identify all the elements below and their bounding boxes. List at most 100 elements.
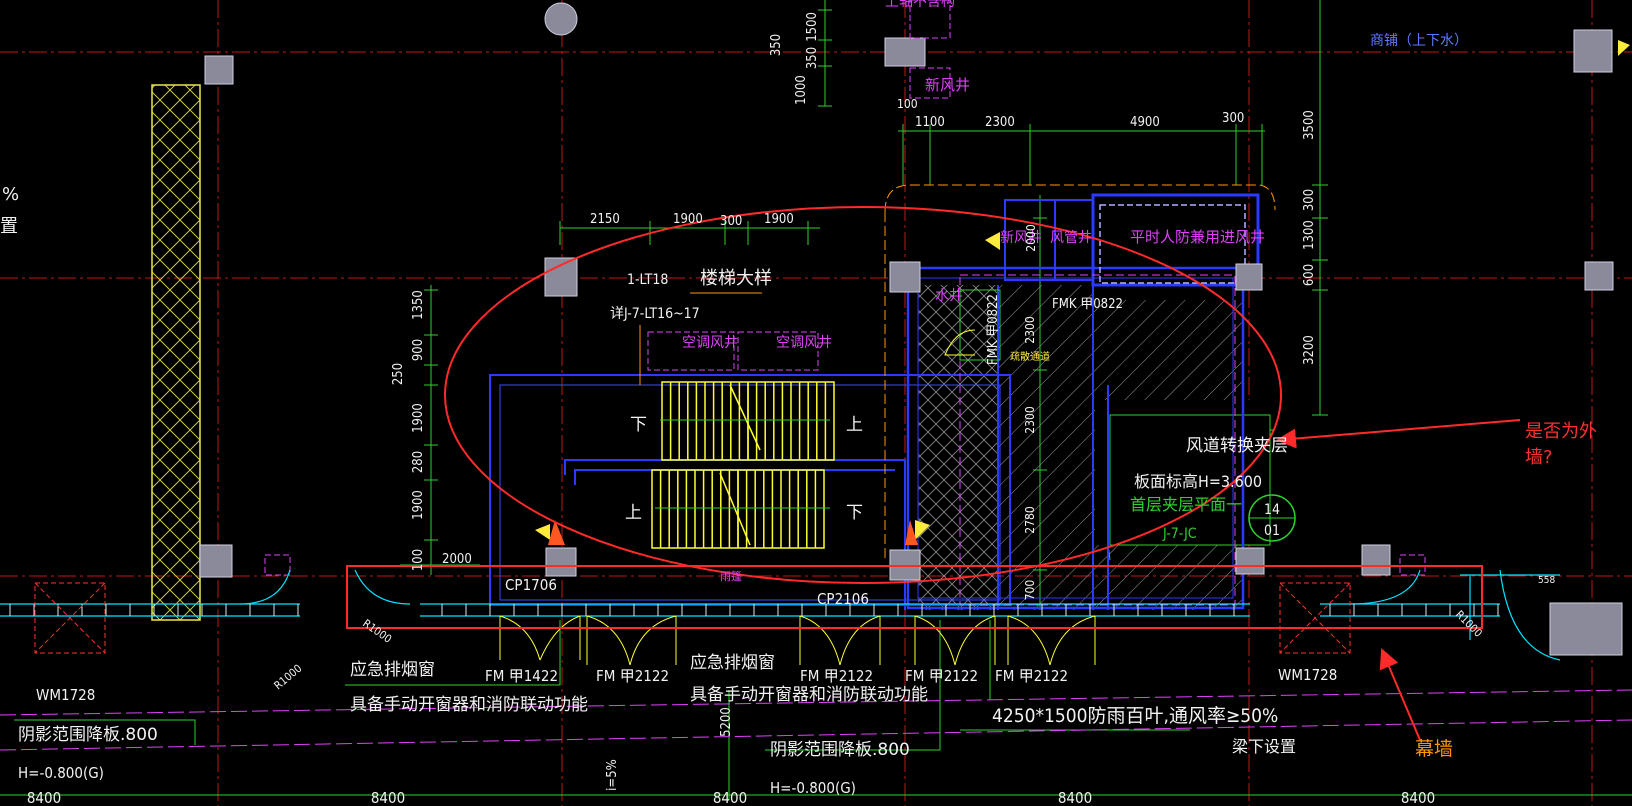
dim-top-1: 1500 — [805, 12, 820, 42]
ac-shaft-label-2: 空调风井 — [776, 335, 832, 351]
dim-stair-v-6: 1900 — [411, 490, 426, 520]
radius-label-1: R1000 — [360, 617, 394, 646]
markup-arrow-1 — [1276, 419, 1521, 449]
ref-jc-label: J-7-JC — [1162, 526, 1197, 542]
dim-right-3: 1300 — [1302, 220, 1317, 250]
manual-label-1: 具备手动开窗器和消防联动功能 — [350, 695, 588, 715]
elev-label-2: H=-0.800(G) — [770, 779, 856, 797]
wm-label-1: WM1728 — [36, 686, 95, 704]
ac-shaft-label-1: 空调风井 — [682, 335, 738, 351]
label-top-magenta-2: 新风井 — [925, 76, 970, 94]
facade-mullions — [9, 604, 1499, 616]
label-left-edge-1: % — [2, 184, 19, 205]
fm-label-3: FM 甲2122 — [800, 667, 873, 685]
shaft-smoke-label: 风管井 — [1050, 230, 1092, 246]
dim-shaft-1: 2000 — [1024, 224, 1038, 252]
stair-up-2: 上 — [625, 503, 642, 523]
dim-top-4: 1000 — [794, 75, 809, 105]
dim-stair-v-2: 900 — [411, 339, 426, 361]
dim-top-2: 350 — [769, 34, 784, 56]
shaft-civil-air-label: 平时人防兼用进风井 — [1130, 228, 1265, 246]
dim-right-4: 600 — [1302, 264, 1317, 286]
dim-shaft-5: 700 — [1023, 580, 1037, 601]
slab-level-label: 板面标高H=3.600 — [1134, 472, 1262, 491]
markup-arrow-2 — [1379, 648, 1421, 741]
annotation-curtain-wall: 幕墙 — [1415, 738, 1453, 760]
duct-layer-label: 风道转换夹层 — [1186, 436, 1288, 456]
slope-label: i=5% — [605, 759, 620, 791]
stair-arrows — [655, 419, 830, 509]
dim-stair-v-4: 1900 — [411, 403, 426, 433]
bubble-top: 14 — [1264, 502, 1280, 518]
label-top-magenta-1: 上轴不含构 — [885, 0, 955, 10]
dim-right-5: 3200 — [1302, 335, 1317, 365]
elev-label-1: H=-0.800(G) — [18, 764, 104, 782]
dim-right-558: 558 — [1538, 575, 1555, 586]
stair-ref: 详J-7-LT16~17 — [610, 306, 700, 322]
dim-top-h-4: 300 — [1222, 111, 1244, 126]
fmk-label-2: FMK 甲0822 — [986, 294, 1001, 365]
dim-stair-h-1: 2150 — [590, 212, 620, 227]
stairs — [651, 381, 835, 549]
axis-label-2: 8400 — [371, 789, 405, 806]
fmk-label-1: FMK 甲0822 — [1052, 297, 1123, 312]
dim-right-2: 300 — [1302, 189, 1317, 211]
cad-floor-plan-drawing: 1500 350 350 1000 100 上轴不含构 新风井 商铺（上下水） … — [0, 0, 1632, 806]
facade — [0, 569, 1561, 661]
emergency-label-1: 应急排烟窗 — [350, 660, 435, 680]
radius-label-2: R1000 — [272, 662, 305, 693]
fm-label-5: FM 甲2122 — [995, 667, 1068, 685]
manual-label-2: 具备手动开窗器和消防联动功能 — [690, 685, 928, 705]
dim-shaft-2: 2300 — [1023, 316, 1037, 344]
dim-top-5: 100 — [897, 97, 918, 111]
rain-small-label: 雨篷 — [720, 569, 742, 583]
louver-label: 4250*1500防雨百叶,通风率≥50% — [992, 705, 1278, 727]
wm-label-2: WM1728 — [1278, 666, 1337, 684]
fm-label-2: FM 甲2122 — [596, 667, 669, 685]
label-left-edge-2: 置 — [0, 216, 18, 237]
stair-down-2: 下 — [846, 503, 863, 523]
radius-label-3: R1000 — [1453, 608, 1485, 640]
annotation-question-line2: 墙? — [1525, 447, 1553, 468]
dim-shaft-4: 2780 — [1023, 506, 1037, 534]
dim-top-3: 350 — [805, 47, 820, 69]
bubble-bottom: 01 — [1264, 523, 1280, 539]
stair-title: 楼梯大样 — [700, 268, 772, 289]
stair-id: 1-LT18 — [627, 272, 668, 288]
shaft-water-label: 水井 — [935, 288, 963, 304]
fm-label-1: FM 甲1422 — [485, 667, 558, 685]
emergency-label-2: 应急排烟窗 — [690, 653, 775, 673]
label-top-right-blue: 商铺（上下水） — [1370, 33, 1468, 49]
dim-top-h-3: 4900 — [1130, 115, 1160, 130]
dim-top-h-2: 2300 — [985, 115, 1015, 130]
dim-stair-v-7: 100 — [411, 549, 426, 571]
cp-label-1: CP1706 — [505, 576, 557, 594]
dim-stair-v-3: 250 — [391, 363, 406, 385]
axis-label-3: 8400 — [713, 789, 747, 806]
mezz-plan-label: 首层夹层平面一 — [1130, 495, 1242, 514]
left-tall-structure — [151, 84, 201, 621]
dim-stair-h-3: 300 — [720, 214, 742, 229]
text-layer: 1500 350 350 1000 100 上轴不含构 新风井 商铺（上下水） … — [0, 0, 1597, 806]
dim-5200: 5200 — [719, 707, 734, 737]
axis-label-4: 8400 — [1058, 789, 1092, 806]
shadow-label-2: 阴影范围降板.800 — [770, 740, 910, 760]
dim-stair-h-2: 1900 — [673, 212, 703, 227]
beam-under-label: 梁下设置 — [1232, 737, 1296, 756]
shadow-label-1: 阴影范围降板.800 — [18, 725, 158, 745]
dim-stair-v-1: 1350 — [411, 290, 426, 320]
evac-small-label: 疏散通道 — [1010, 350, 1050, 363]
stair-down-1: 下 — [630, 415, 647, 435]
annotation-question-line1: 是否为外 — [1525, 421, 1597, 442]
dim-stair-v-5: 280 — [411, 451, 426, 473]
axis-label-1: 8400 — [27, 789, 61, 806]
dim-top-h-1: 1100 — [915, 115, 945, 130]
cp-label-2: CP2106 — [817, 590, 869, 608]
dim-right-1: 3500 — [1302, 110, 1317, 140]
stair-up-1: 上 — [846, 415, 863, 435]
dim-shaft-3: 2300 — [1023, 406, 1037, 434]
fm-label-4: FM 甲2122 — [905, 667, 978, 685]
axis-label-5: 8400 — [1401, 789, 1435, 806]
dim-left-2000: 2000 — [442, 552, 472, 567]
dim-stair-h-4: 1900 — [764, 212, 794, 227]
